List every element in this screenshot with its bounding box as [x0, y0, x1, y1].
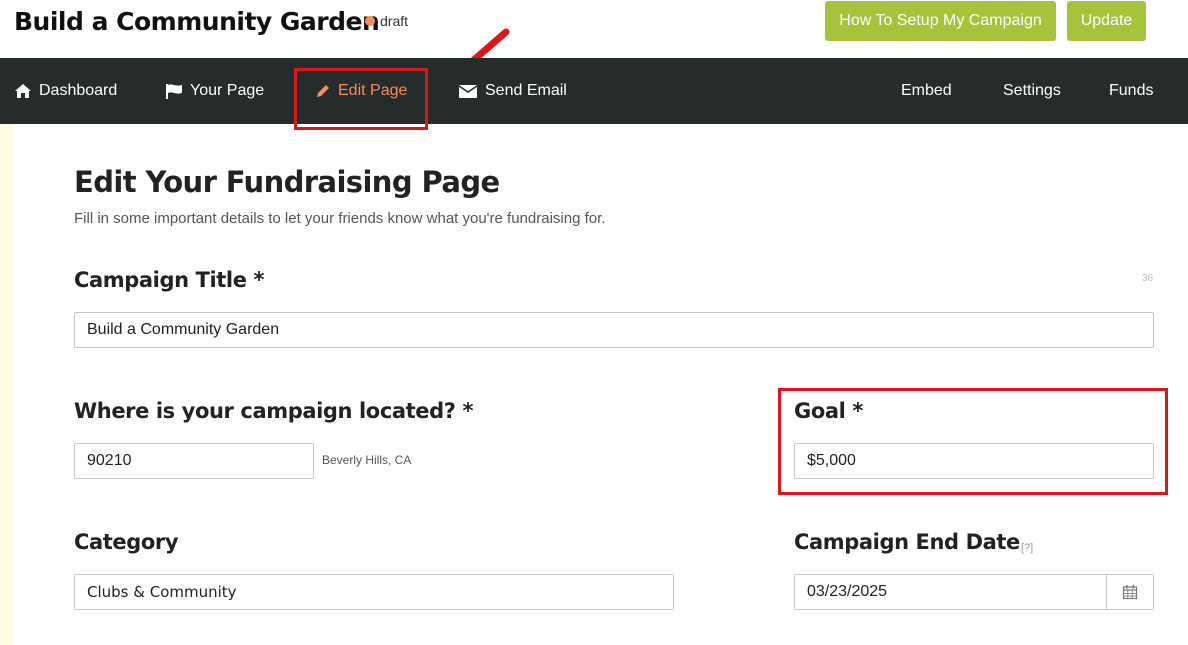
- calendar-icon: [1122, 585, 1138, 600]
- calendar-button[interactable]: [1106, 574, 1154, 610]
- nav-embed[interactable]: Embed: [901, 58, 952, 124]
- status-label: draft: [380, 13, 409, 29]
- nav-funds[interactable]: Funds: [1109, 58, 1153, 124]
- top-header: Build a Community Garden draft How To Se…: [0, 0, 1188, 58]
- nav-send-email-label: Send Email: [485, 82, 567, 99]
- setup-campaign-button[interactable]: How To Setup My Campaign: [825, 1, 1056, 41]
- envelope-icon: [458, 83, 478, 99]
- home-icon: [14, 83, 32, 99]
- page-subtitle: Fill in some important details to let yo…: [74, 210, 606, 227]
- update-button[interactable]: Update: [1067, 1, 1146, 41]
- end-date-help-link[interactable]: [?]: [1021, 542, 1033, 554]
- edit-page-highlight-box: [294, 68, 428, 130]
- main-nav: Dashboard Your Page Edit Page Send Email…: [0, 58, 1188, 124]
- status-dot-icon: [365, 16, 375, 26]
- flag-icon: [165, 83, 183, 99]
- campaign-title-label: Campaign Title *: [74, 268, 265, 292]
- page-title: Edit Your Fundraising Page: [74, 165, 500, 199]
- location-label: Where is your campaign located? *: [74, 399, 474, 423]
- campaign-title-input[interactable]: Build a Community Garden: [74, 312, 1154, 348]
- status-badge: draft: [365, 13, 408, 29]
- nav-settings[interactable]: Settings: [1003, 58, 1061, 124]
- category-label: Category: [74, 530, 179, 554]
- left-sidebar-strip: [0, 124, 13, 645]
- category-select[interactable]: Clubs & Community: [74, 574, 674, 610]
- nav-dashboard-label: Dashboard: [39, 82, 118, 99]
- zip-code-input[interactable]: 90210: [74, 443, 314, 479]
- nav-send-email[interactable]: Send Email: [458, 58, 567, 124]
- nav-your-page[interactable]: Your Page: [165, 58, 264, 124]
- end-date-input[interactable]: 03/23/2025: [794, 574, 1107, 610]
- campaign-title-heading: Build a Community Garden: [14, 7, 380, 36]
- nav-dashboard[interactable]: Dashboard: [14, 58, 117, 124]
- goal-highlight-box: [778, 388, 1168, 495]
- character-count: 36: [1142, 273, 1154, 284]
- end-date-label: Campaign End Date: [794, 530, 1020, 554]
- location-hint: Beverly Hills, CA: [322, 453, 412, 467]
- nav-your-page-label: Your Page: [190, 82, 265, 99]
